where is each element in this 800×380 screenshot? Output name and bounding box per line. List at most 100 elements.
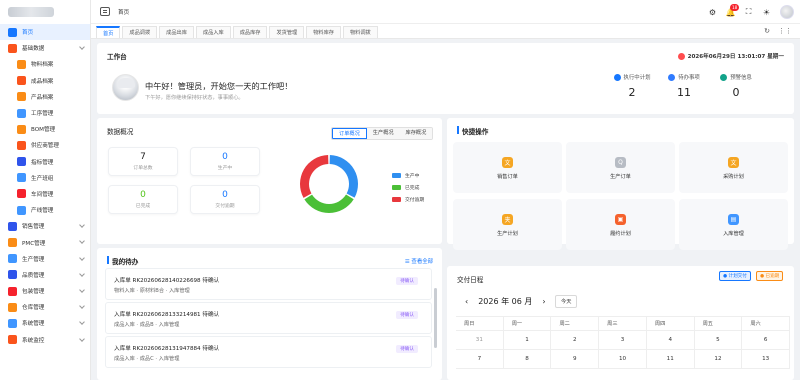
todo-scrollbar[interactable]: [434, 288, 437, 348]
sidebar-item[interactable]: 指标管理: [0, 154, 90, 170]
see-all-link[interactable]: ☰ 查看全部: [405, 257, 433, 265]
quick-action-0[interactable]: 文销售订单: [453, 142, 562, 193]
quick-action-3[interactable]: 夹生产计划: [453, 199, 562, 250]
quick-action-1[interactable]: Q 生产订单: [566, 142, 675, 193]
calendar-day-cell[interactable]: 9: [551, 350, 600, 369]
tab-item[interactable]: 发货管理: [269, 26, 305, 38]
sidebar-item[interactable]: 品质管理: [0, 267, 90, 283]
sidebar-item[interactable]: 生产管理: [0, 251, 90, 267]
tab-item[interactable]: 成品库存: [232, 26, 268, 38]
app-logo: [0, 0, 90, 24]
sidebar-item[interactable]: 包装管理: [0, 283, 90, 299]
calendar-week-row: 7 8 9 10 11 12 13: [456, 350, 791, 369]
theme-icon[interactable]: ☀: [762, 8, 771, 17]
segment-tab[interactable]: 库存概况: [399, 128, 433, 139]
weekday-header: 周五: [695, 317, 743, 330]
sidebar-item[interactable]: 成品档案: [0, 73, 90, 89]
tab-item[interactable]: 首页: [96, 26, 121, 38]
sidebar-item-label: 基础数据: [22, 46, 45, 53]
next-month-icon[interactable]: ›: [542, 297, 545, 306]
calendar-day-cell[interactable]: 13: [742, 350, 791, 369]
tab-item[interactable]: 成品入库: [195, 26, 231, 38]
stat-label: 预警信息: [711, 73, 761, 81]
sidebar-item[interactable]: 生产班组: [0, 170, 90, 186]
calendar-day-cell[interactable]: 4: [646, 331, 695, 350]
overview-stat-label: 交付逾期: [215, 204, 235, 209]
tab-item[interactable]: 成品出库: [159, 26, 194, 38]
weekday-header: 周一: [504, 317, 552, 330]
sidebar-item[interactable]: 系统管理: [0, 315, 90, 331]
sidebar-item[interactable]: 工序管理: [0, 105, 90, 121]
sidebar-item[interactable]: 产品档案: [0, 89, 90, 105]
legend-swatch: [392, 184, 401, 190]
sidebar-item-label: 销售管理: [22, 224, 45, 231]
datetime-text: 2026年06月29日 13:01:07 星期一: [687, 54, 784, 60]
sidebar-item[interactable]: 供应商管理: [0, 137, 90, 153]
calendar-day-cell[interactable]: 11: [646, 350, 695, 369]
calendar-legend-label: 已逾期: [765, 274, 780, 279]
tab-item[interactable]: 物料调拨: [342, 26, 378, 38]
sidebar-item[interactable]: 首页: [0, 24, 90, 41]
quick-action-label: 销售订单: [497, 174, 518, 180]
quick-action-4[interactable]: ▣ 履约计划: [566, 199, 675, 250]
tab-item[interactable]: 成品调拨: [122, 26, 158, 38]
calendar-day-cell[interactable]: 8: [503, 350, 552, 369]
menu-icon: [17, 124, 26, 134]
legend-label: 已完成: [405, 185, 420, 191]
sidebar-item[interactable]: 销售管理: [0, 218, 90, 234]
fullscreen-icon[interactable]: ⛶: [744, 7, 753, 17]
tab-tools: ↻ ⋮⋮: [764, 27, 792, 35]
overview-stat-label: 已完成: [135, 204, 151, 209]
quick-action-5[interactable]: ▤ 入库管理: [679, 199, 788, 250]
gear-icon[interactable]: ⚙: [708, 8, 717, 17]
sidebar-item[interactable]: 物料档案: [0, 56, 90, 72]
more-icon[interactable]: ⋮⋮: [778, 27, 792, 35]
calendar-day-cell[interactable]: 12: [694, 350, 743, 369]
calendar-day-cell[interactable]: 3: [599, 331, 647, 350]
calendar-day-cell[interactable]: 6: [742, 331, 791, 350]
sidebar-item[interactable]: BOM管理: [0, 121, 90, 137]
stat-value: 11: [677, 86, 691, 99]
quick-actions-title: 快捷操作: [457, 126, 488, 136]
calendar-day-cell[interactable]: 7: [456, 350, 504, 369]
calendar-day-cell[interactable]: 31: [456, 331, 504, 350]
menu-icon: [8, 286, 17, 296]
segment-tab[interactable]: 生产概况: [366, 128, 400, 139]
menu-icon: [8, 302, 17, 312]
sidebar-item[interactable]: 产线管理: [0, 202, 90, 218]
bell-icon[interactable]: 🔔 18: [726, 3, 740, 17]
calendar-day-cell[interactable]: 1: [503, 331, 552, 350]
chevron-down-icon: [79, 319, 85, 326]
user-avatar[interactable]: [780, 5, 794, 19]
calendar-day-cell[interactable]: 5: [694, 331, 743, 350]
todo-item[interactable]: 入库单 RK20260628131947884 待确认 成品入库 · 成品C · …: [105, 336, 432, 368]
segment-tab[interactable]: 订单概况: [332, 128, 367, 139]
sidebar-item-label: PMC管理: [22, 240, 46, 247]
calendar-day-cell[interactable]: 10: [599, 350, 647, 369]
menu-icon: [17, 205, 26, 215]
sidebar-item-label: 首页: [22, 30, 34, 37]
todo-item-title: 入库单 RK20260628133214981 待确认: [114, 312, 220, 318]
menu-toggle-icon[interactable]: [100, 7, 110, 16]
todo-item[interactable]: 入库单 RK20260628133214981 待确认 成品入库 · 成品B · …: [105, 302, 432, 334]
sidebar-item[interactable]: PMC管理: [0, 234, 90, 250]
refresh-icon[interactable]: ↻: [764, 27, 770, 35]
tab-item[interactable]: 物料库存: [306, 26, 341, 38]
sidebar-item[interactable]: 车间管理: [0, 186, 90, 202]
quick-action-icon: 文: [502, 157, 513, 168]
stat-item: 待办事项 11: [659, 73, 709, 99]
todo-item[interactable]: 入库单 RK20260628140226698 待确认 物料入库 · 原材料B合 …: [105, 268, 432, 300]
menu-icon: [17, 108, 26, 118]
sidebar-item[interactable]: 系统监控: [0, 332, 90, 348]
quick-action-2[interactable]: 文采购计划: [679, 142, 788, 193]
greeting: 中午好！管理员，开始您一天的工作吧！: [145, 81, 293, 91]
today-button[interactable]: 今天: [555, 295, 578, 308]
calendar-title: 交付日程: [457, 276, 484, 284]
sidebar-item[interactable]: 仓库管理: [0, 299, 90, 315]
calendar-day-cell[interactable]: 2: [551, 331, 600, 350]
menu-icon: [8, 27, 17, 37]
sidebar-item[interactable]: 基础数据: [0, 40, 90, 56]
prev-month-icon[interactable]: ‹: [465, 297, 468, 306]
overview-stat-card: 0 已完成: [108, 185, 178, 214]
chevron-down-icon: [79, 303, 85, 310]
